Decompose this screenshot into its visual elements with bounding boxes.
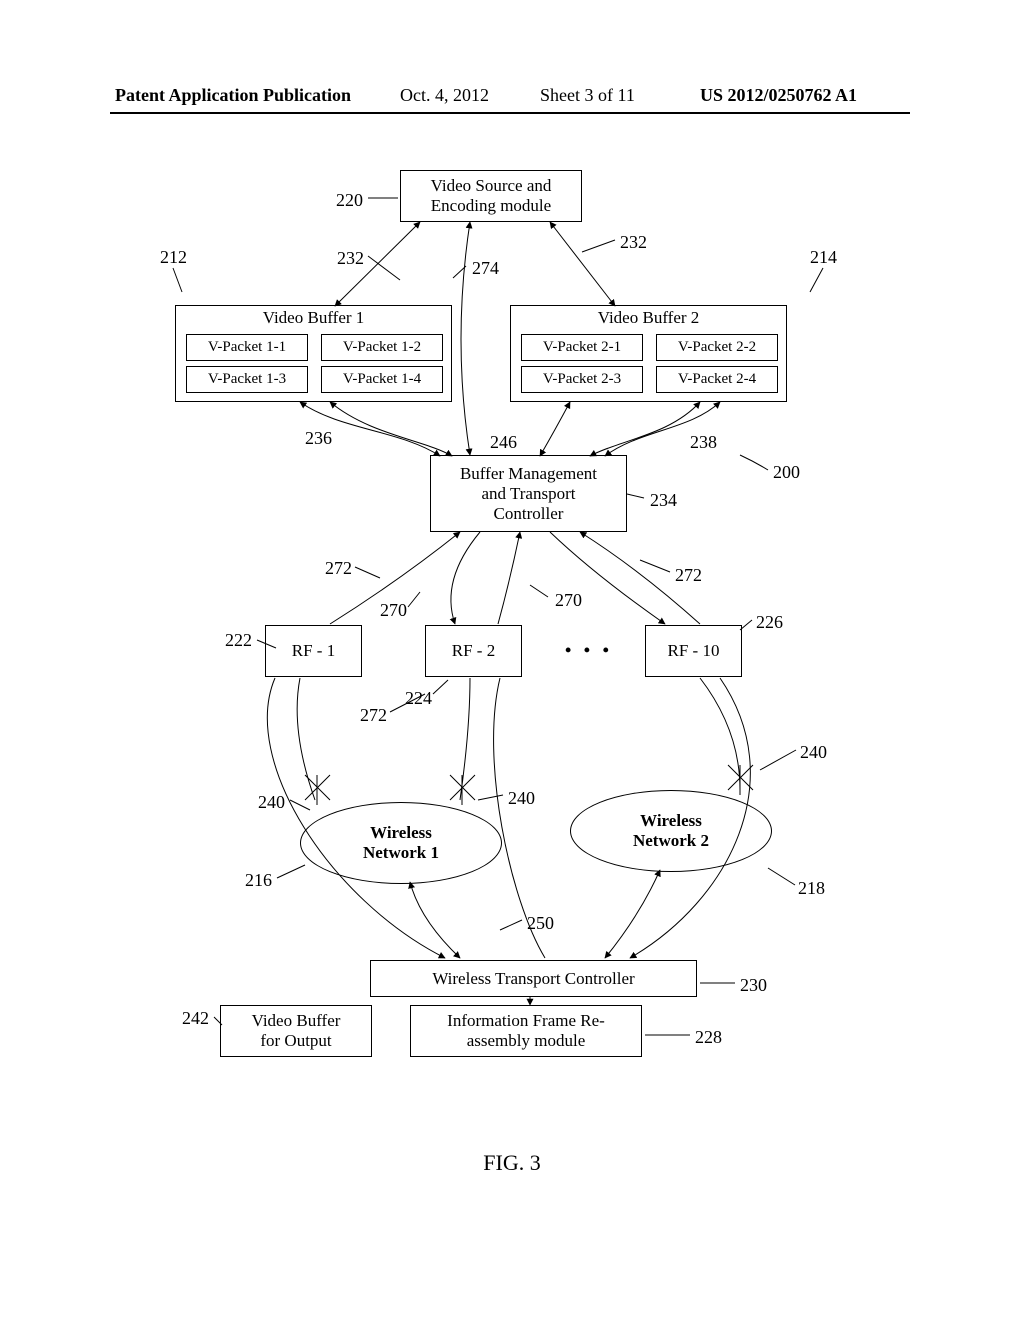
- header-number: US 2012/0250762 A1: [700, 85, 857, 106]
- ref-214: 214: [810, 247, 837, 268]
- block-rf-2: RF - 2: [425, 625, 522, 677]
- ref-232b: 232: [620, 232, 647, 253]
- block-video-buffer-2: Video Buffer 2 V-Packet 2-1 V-Packet 2-2…: [510, 305, 787, 402]
- vb1-packet-1-1: V-Packet 1-1: [186, 334, 308, 361]
- block-reassembly: Information Frame Re- assembly module: [410, 1005, 642, 1057]
- ref-240b: 240: [508, 788, 535, 809]
- ref-230: 230: [740, 975, 767, 996]
- ref-272b: 272: [675, 565, 702, 586]
- ref-274: 274: [472, 258, 499, 279]
- header-publication: Patent Application Publication: [115, 85, 351, 106]
- block-rf-10: RF - 10: [645, 625, 742, 677]
- ref-246: 246: [490, 432, 517, 453]
- video-buffer-1-title: Video Buffer 1: [176, 308, 451, 328]
- ref-234: 234: [650, 490, 677, 511]
- ref-272c: 272: [360, 705, 387, 726]
- ref-228: 228: [695, 1027, 722, 1048]
- ref-224: 224: [405, 688, 432, 709]
- ref-270b: 270: [555, 590, 582, 611]
- ref-232a: 232: [337, 248, 364, 269]
- vb1-packet-1-2: V-Packet 1-2: [321, 334, 443, 361]
- ref-212: 212: [160, 247, 187, 268]
- ref-222: 222: [225, 630, 252, 651]
- vb2-packet-2-4: V-Packet 2-4: [656, 366, 778, 393]
- vb2-packet-2-1: V-Packet 2-1: [521, 334, 643, 361]
- header-sheet: Sheet 3 of 11: [540, 85, 635, 106]
- block-video-buffer-1: Video Buffer 1 V-Packet 1-1 V-Packet 1-2…: [175, 305, 452, 402]
- vb2-packet-2-3: V-Packet 2-3: [521, 366, 643, 393]
- ref-200: 200: [773, 462, 800, 483]
- vb1-packet-1-3: V-Packet 1-3: [186, 366, 308, 393]
- figure-caption: FIG. 3: [0, 1150, 1024, 1176]
- block-video-buffer-output: Video Buffer for Output: [220, 1005, 372, 1057]
- ref-242: 242: [182, 1008, 209, 1029]
- block-rf-1: RF - 1: [265, 625, 362, 677]
- block-wtc: Wireless Transport Controller: [370, 960, 697, 997]
- block-bmtc: Buffer Management and Transport Controll…: [430, 455, 627, 532]
- video-buffer-2-title: Video Buffer 2: [511, 308, 786, 328]
- block-wireless-network-1: Wireless Network 1: [300, 802, 502, 884]
- rf-ellipsis: • • •: [565, 640, 613, 661]
- ref-236: 236: [305, 428, 332, 449]
- header-rule: [110, 112, 910, 114]
- block-wireless-network-2: Wireless Network 2: [570, 790, 772, 872]
- block-video-source: Video Source and Encoding module: [400, 170, 582, 222]
- ref-240a: 240: [258, 792, 285, 813]
- vb1-packet-1-4: V-Packet 1-4: [321, 366, 443, 393]
- header-date: Oct. 4, 2012: [400, 85, 489, 106]
- ref-226: 226: [756, 612, 783, 633]
- ref-238: 238: [690, 432, 717, 453]
- ref-272a: 272: [325, 558, 352, 579]
- ref-250: 250: [527, 913, 554, 934]
- ref-270a: 270: [380, 600, 407, 621]
- vb2-packet-2-2: V-Packet 2-2: [656, 334, 778, 361]
- ref-218: 218: [798, 878, 825, 899]
- ref-220: 220: [336, 190, 363, 211]
- ref-216: 216: [245, 870, 272, 891]
- ref-240c: 240: [800, 742, 827, 763]
